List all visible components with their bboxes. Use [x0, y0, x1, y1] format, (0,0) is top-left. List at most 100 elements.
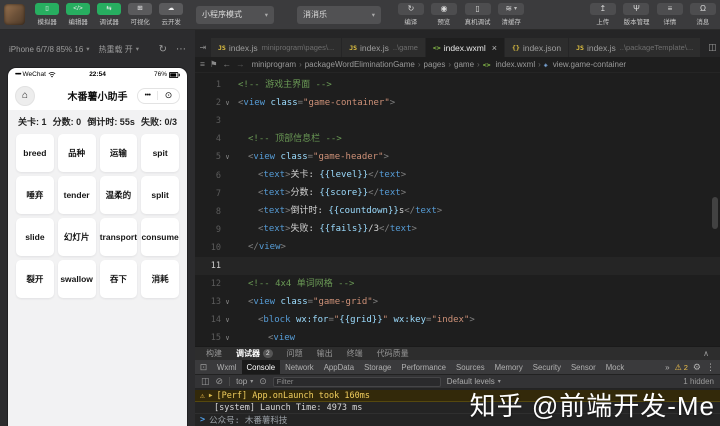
- warning-badge[interactable]: ⚠ 2: [675, 363, 688, 372]
- word-card-12[interactable]: 裂开: [16, 260, 54, 298]
- breadcrumb-item-0[interactable]: miniprogram: [252, 60, 296, 69]
- panel-tab-4[interactable]: 终端: [340, 347, 370, 360]
- breadcrumb-item-3[interactable]: game: [454, 60, 474, 69]
- toolbar-button-device[interactable]: ▯ 真机调试: [464, 3, 491, 26]
- devtools-tabbar: ⊡ Wxml Console Network AppData Storage Perfor…: [195, 360, 720, 375]
- user-avatar[interactable]: [4, 4, 25, 25]
- stat-item-3: 失败: 0/3: [140, 116, 177, 127]
- panel-tab-1[interactable]: 调试器 2: [229, 347, 280, 360]
- fold-icon[interactable]: ∨: [221, 334, 234, 342]
- mode-button-editor[interactable]: </> 编辑器: [64, 3, 92, 26]
- devtools-tab-sensor[interactable]: Sensor: [566, 360, 601, 374]
- refresh-icon[interactable]: ↻: [159, 44, 167, 55]
- wxml-file-icon: <>: [482, 60, 491, 69]
- fold-icon[interactable]: ∨: [221, 298, 234, 306]
- toolbar-button-compile[interactable]: ↻ 编译: [398, 3, 424, 26]
- devtools-tab-network[interactable]: Network: [280, 360, 319, 374]
- editor-tab-4[interactable]: JS index.js ..\packageTemplate\...: [569, 38, 701, 57]
- devtools-tab-appdata[interactable]: AppData: [319, 360, 359, 374]
- clear-console-icon[interactable]: ⊘: [216, 377, 224, 386]
- word-card-9[interactable]: 幻灯片: [57, 218, 96, 256]
- devtools-tab-performance[interactable]: Performance: [396, 360, 451, 374]
- editor-tab-1[interactable]: JS index.js ..\game: [342, 38, 425, 57]
- more-icon[interactable]: •••: [145, 92, 151, 99]
- filter-input[interactable]: [272, 376, 441, 387]
- devtools-tab-security[interactable]: Security: [528, 360, 566, 374]
- gear-icon[interactable]: ⚙: [693, 362, 701, 373]
- mode-button-cloud[interactable]: ☁ 云开发: [157, 3, 185, 26]
- code-area[interactable]: 1 <!-- 游戏主界面 --> 2 ∨ <view class="game-conta…: [195, 73, 720, 346]
- editor-tab-2[interactable]: <> index.wxml ×: [425, 38, 505, 57]
- breadcrumb-item-2[interactable]: pages: [424, 60, 446, 69]
- word-card-6[interactable]: 温柔的: [99, 176, 138, 214]
- goto-file-icon[interactable]: ⇥: [195, 38, 211, 57]
- word-card-7[interactable]: split: [141, 176, 179, 214]
- toolbar-button-details[interactable]: ≡ 详情: [657, 3, 683, 26]
- editor-tab-0[interactable]: JS index.js miniprogram\pages\...: [211, 38, 342, 57]
- word-card-8[interactable]: slide: [16, 218, 54, 256]
- mode-button-visual[interactable]: ⊞ 可视化: [126, 3, 154, 26]
- devtools-tab-sources[interactable]: Sources: [451, 360, 490, 374]
- word-card-15[interactable]: 消耗: [141, 260, 179, 298]
- devtools-tab-mock[interactable]: Mock: [601, 360, 630, 374]
- toolbar-button-cache[interactable]: ≋ ▾ 清缓存: [498, 3, 525, 26]
- close-icon[interactable]: ×: [492, 43, 497, 53]
- word-card-11[interactable]: consume: [141, 218, 179, 256]
- mode-button-simulator[interactable]: ▯ 模拟器: [33, 3, 61, 26]
- breadcrumb-item-5[interactable]: ◈ view.game-container: [544, 60, 626, 69]
- eye-icon[interactable]: ⊙: [259, 377, 267, 386]
- panel-tab-0[interactable]: 构建: [199, 347, 229, 360]
- split-editor-icon[interactable]: ◫: [708, 42, 717, 53]
- back-icon[interactable]: ←: [223, 59, 232, 70]
- fold-icon[interactable]: ∨: [221, 316, 234, 324]
- forward-icon[interactable]: →: [236, 59, 245, 70]
- kebab-menu-icon[interactable]: ⋮: [706, 362, 715, 373]
- json-file-icon: {}: [512, 43, 520, 52]
- more-icon[interactable]: ⋯: [176, 44, 186, 55]
- word-card-2[interactable]: 运输: [99, 134, 138, 172]
- editor-scrollbar[interactable]: [712, 197, 718, 229]
- hot-reload-toggle[interactable]: 热重载 开 ▾: [99, 44, 140, 55]
- word-card-1[interactable]: 品种: [57, 134, 96, 172]
- code-editor: ⇥ JS index.js miniprogram\pages\... JS index…: [195, 30, 720, 346]
- word-card-5[interactable]: tender: [57, 176, 96, 214]
- battery-icon: [169, 71, 180, 78]
- bookmark-icon[interactable]: ⚑: [210, 59, 218, 70]
- word-card-4[interactable]: 唾弃: [16, 176, 54, 214]
- word-card-10[interactable]: transport: [99, 218, 138, 256]
- fold-icon[interactable]: ∨: [221, 99, 234, 107]
- log-levels-select[interactable]: Default levels ▾: [447, 377, 501, 386]
- expand-icon[interactable]: ▶: [209, 392, 213, 399]
- devtools-tab-wxml[interactable]: Wxml: [212, 360, 242, 374]
- word-card-0[interactable]: breed: [16, 134, 54, 172]
- devtools-tab-memory[interactable]: Memory: [490, 360, 528, 374]
- mode-button-debugger[interactable]: ⇆ 调试器: [95, 3, 123, 26]
- devtools-tab-console[interactable]: Console: [241, 360, 281, 374]
- breadcrumb-item-4[interactable]: <> index.wxml: [483, 60, 535, 69]
- panel-tab-3[interactable]: 输出: [310, 347, 340, 360]
- compile-scene-select[interactable]: 消消乐 ▾: [297, 5, 381, 24]
- outline-icon[interactable]: ≡: [200, 59, 205, 70]
- inspect-element-icon[interactable]: ⊡: [195, 362, 212, 373]
- toolbar-button-preview[interactable]: ◉ 预览: [431, 3, 457, 26]
- mode-select[interactable]: 小程序模式 ▾: [196, 5, 274, 24]
- word-card-14[interactable]: 吞下: [99, 260, 138, 298]
- toolbar-button-branch[interactable]: Ψ 版本管理: [623, 3, 650, 26]
- word-card-3[interactable]: spit: [141, 134, 179, 172]
- editor-tab-3[interactable]: {} index.json: [505, 38, 569, 57]
- target-icon[interactable]: ⊙: [165, 91, 173, 100]
- fold-icon[interactable]: ∨: [221, 153, 234, 161]
- panel-tab-2[interactable]: 问题: [280, 347, 310, 360]
- breadcrumb-item-1[interactable]: packageWordEliminationGame: [305, 60, 415, 69]
- word-card-13[interactable]: swallow: [57, 260, 96, 298]
- overflow-tabs-icon[interactable]: »: [665, 363, 669, 372]
- toolbar-button-bell[interactable]: Ω 消息: [690, 3, 716, 26]
- collapse-panel-icon[interactable]: ∧: [703, 349, 709, 358]
- toolbar-button-upload[interactable]: ↥ 上传: [589, 3, 616, 26]
- context-select[interactable]: top ▾: [236, 377, 253, 386]
- home-button[interactable]: ⌂: [15, 85, 35, 106]
- devtools-tab-storage[interactable]: Storage: [359, 360, 396, 374]
- panel-tab-5[interactable]: 代码质量: [370, 347, 416, 360]
- console-sidebar-icon[interactable]: ◫: [201, 377, 210, 386]
- device-select[interactable]: iPhone 6/7/8 85% 16 ▾: [9, 45, 90, 54]
